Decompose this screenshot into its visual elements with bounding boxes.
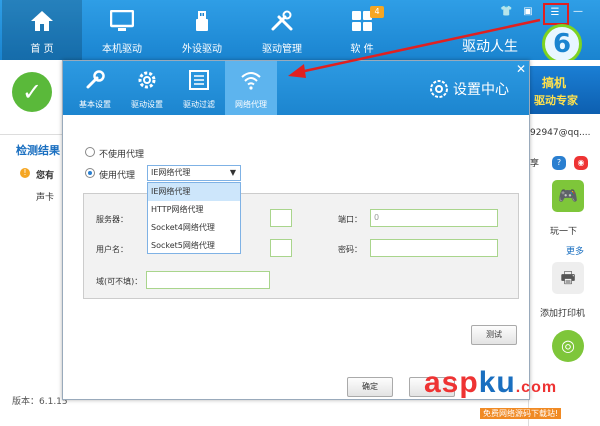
- proxy-type-dropdown: IE网络代理 HTTP网络代理 Socket4网络代理 Socket5网络代理: [147, 182, 241, 254]
- dialog-header: 基本设置 驱动设置 驱动过滤 网络代理 设置中心 ✕: [63, 61, 529, 115]
- tools-icon: [271, 10, 293, 31]
- nav-driver-management-label: 驱动管理: [262, 44, 302, 55]
- divider: [0, 134, 64, 135]
- sound-card-label: 声卡: [36, 193, 55, 203]
- test-button[interactable]: 测试: [471, 325, 517, 345]
- proxy-type-value: IE网络代理: [151, 168, 191, 177]
- password-input[interactable]: [370, 239, 498, 257]
- usb-icon: [196, 11, 208, 31]
- account-label[interactable]: 92947@qq....: [530, 128, 591, 138]
- nav-home[interactable]: 首 页: [2, 0, 82, 60]
- watermark-ku: ku: [478, 366, 516, 399]
- warning-text: 您有: [36, 171, 55, 181]
- menu-highlight-box: [543, 3, 569, 25]
- nav-software[interactable]: 4 软 件: [322, 0, 402, 60]
- server-input[interactable]: [270, 209, 292, 227]
- watermark-asp: asp: [424, 366, 479, 399]
- main-left-panel: [0, 60, 64, 426]
- wifi-icon: [241, 72, 261, 90]
- more-link[interactable]: 更多: [566, 244, 584, 257]
- dropdown-arrow-icon[interactable]: ▼: [226, 166, 240, 180]
- proxy-type-select[interactable]: IE网络代理 ▼: [147, 165, 241, 181]
- no-proxy-label[interactable]: 不使用代理: [99, 147, 144, 160]
- dialog-title: 设置中心: [453, 82, 509, 98]
- no-proxy-radio[interactable]: [85, 147, 95, 157]
- brand-name: 驱动人生: [462, 39, 518, 55]
- tab-basic-settings-label: 基本设置: [79, 100, 111, 109]
- domain-input[interactable]: [146, 271, 270, 289]
- settings-center-icon: [430, 80, 448, 98]
- tab-driver-filter-label: 驱动过滤: [183, 100, 215, 109]
- software-update-badge: 4: [370, 6, 384, 18]
- tab-driver-filter[interactable]: 驱动过滤: [173, 61, 225, 115]
- ok-button[interactable]: 确定: [347, 377, 393, 397]
- server-label: 服务器：: [96, 215, 128, 224]
- nav-peripheral-drivers-label: 外设驱动: [182, 44, 222, 55]
- share-label[interactable]: 享: [530, 156, 539, 169]
- proxy-option-http[interactable]: HTTP网络代理: [148, 201, 240, 219]
- check-icon: ✓: [12, 72, 52, 112]
- proxy-option-socket5[interactable]: Socket5网络代理: [148, 237, 240, 255]
- use-proxy-radio[interactable]: [85, 168, 95, 178]
- add-printer-label[interactable]: 添加打印机: [540, 306, 585, 319]
- game-label[interactable]: 玩一下: [550, 224, 577, 237]
- username-input[interactable]: [270, 239, 292, 257]
- nav-home-label: 首 页: [30, 44, 54, 55]
- version-label: 版本：6.1.15: [12, 397, 68, 407]
- monitor-icon: [110, 10, 134, 31]
- proxy-option-socket4[interactable]: Socket4网络代理: [148, 219, 240, 237]
- settings-dialog: 基本设置 驱动设置 驱动过滤 网络代理 设置中心 ✕ 不使用代理 使用代理 服务…: [62, 60, 530, 400]
- nav-software-label: 软 件: [350, 44, 374, 55]
- password-label: 密码：: [338, 245, 362, 254]
- ad-banner[interactable]: 搞机 驱动专家: [528, 66, 600, 114]
- watermark-com: .com: [515, 379, 558, 396]
- minimize-icon[interactable]: —: [572, 6, 584, 18]
- top-bar: 首 页 本机驱动 外设驱动 驱动管理 4 软 件 👕 ▣ ☰ — 驱动人生 6: [0, 0, 600, 64]
- close-icon[interactable]: ✕: [515, 63, 527, 75]
- tab-network-proxy[interactable]: 网络代理: [225, 61, 277, 115]
- home-icon: [31, 11, 53, 31]
- domain-label: 域(可不填)：: [96, 277, 143, 286]
- watermark: aspku.com 免费网络源码下载站!: [420, 366, 600, 426]
- weibo-icon[interactable]: ◉: [574, 156, 588, 170]
- nav-local-drivers-label: 本机驱动: [102, 44, 142, 55]
- nav-local-drivers[interactable]: 本机驱动: [82, 0, 162, 60]
- watermark-logo: aspku.com: [424, 366, 557, 400]
- feedback-icon[interactable]: ▣: [522, 6, 534, 18]
- gear-icon: [138, 71, 156, 89]
- warning-icon: !: [20, 168, 30, 178]
- nav-peripheral-drivers[interactable]: 外设驱动: [162, 0, 242, 60]
- tab-driver-settings[interactable]: 驱动设置: [121, 61, 173, 115]
- app-logo: 6: [542, 24, 582, 64]
- watermark-subtitle: 免费网络源码下载站!: [480, 408, 562, 419]
- list-icon: [189, 70, 209, 90]
- tab-basic-settings[interactable]: 基本设置: [69, 61, 121, 115]
- nav-driver-management[interactable]: 驱动管理: [242, 0, 322, 60]
- ad-line2: 驱动专家: [534, 94, 578, 107]
- tab-network-proxy-label: 网络代理: [235, 100, 267, 109]
- game-controller-icon[interactable]: 🎮: [552, 180, 584, 212]
- tab-driver-settings-label: 驱动设置: [131, 100, 163, 109]
- ad-line1: 搞机: [542, 76, 567, 90]
- wrench-icon: [86, 70, 105, 89]
- proxy-option-ie[interactable]: IE网络代理: [148, 183, 240, 201]
- skin-icon[interactable]: 👕: [500, 6, 512, 18]
- use-proxy-label[interactable]: 使用代理: [99, 168, 135, 181]
- printer-icon[interactable]: 🖶: [552, 262, 584, 294]
- username-label: 用户名：: [96, 245, 128, 254]
- port-label: 端口：: [338, 215, 362, 224]
- disc-icon[interactable]: ◎: [552, 330, 584, 362]
- port-input[interactable]: 0: [370, 209, 498, 227]
- help-icon[interactable]: ?: [552, 156, 566, 170]
- detect-result-title: 检测结果: [16, 144, 60, 157]
